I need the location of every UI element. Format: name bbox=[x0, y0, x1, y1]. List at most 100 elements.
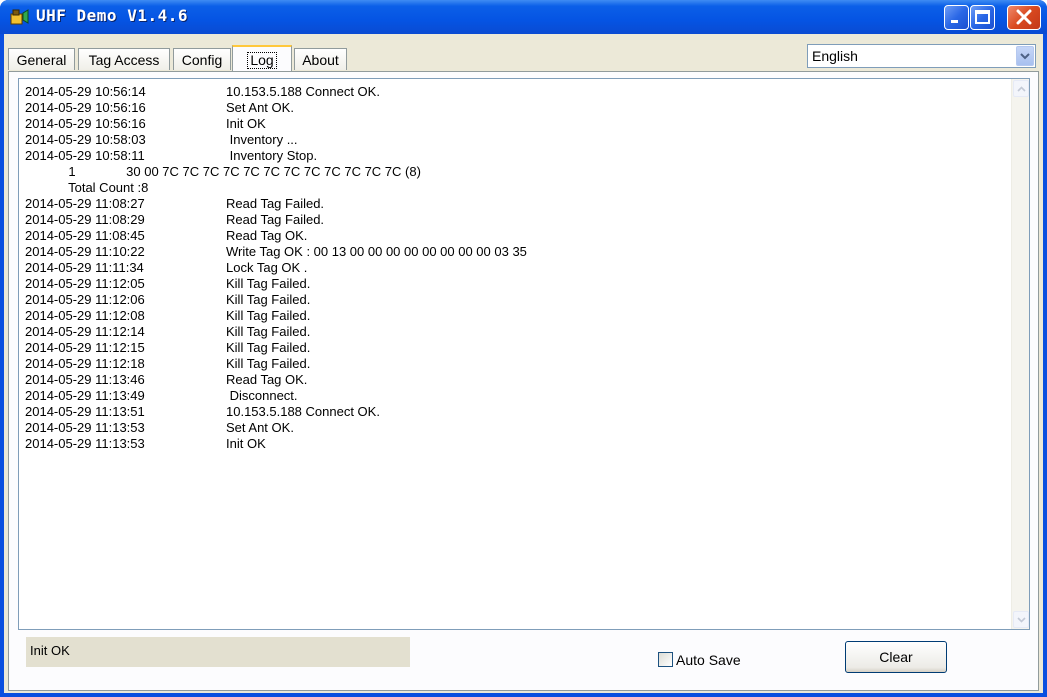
log-timestamp: 2014-05-29 11:12:05 bbox=[25, 276, 145, 291]
log-line: 2014-05-29 11:08:29 Read Tag Failed. bbox=[25, 212, 1005, 228]
checkbox-icon[interactable] bbox=[658, 652, 673, 667]
log-message: Disconnect. bbox=[226, 388, 298, 403]
maximize-button[interactable] bbox=[970, 5, 995, 30]
log-timestamp: 2014-05-29 11:12:06 bbox=[25, 292, 145, 307]
scroll-up-button[interactable] bbox=[1013, 80, 1029, 97]
chevron-down-icon bbox=[1016, 616, 1026, 623]
log-message: Kill Tag Failed. bbox=[226, 324, 311, 339]
log-line: 1 30 00 7C 7C 7C 7C 7C 7C 7C 7C 7C 7C 7C… bbox=[25, 164, 1005, 180]
log-message: Write Tag OK : 00 13 00 00 00 00 00 00 0… bbox=[226, 244, 527, 259]
chevron-down-icon bbox=[1020, 53, 1030, 60]
log-line: 2014-05-29 11:12:18 Kill Tag Failed. bbox=[25, 356, 1005, 372]
tab-label: General bbox=[16, 52, 67, 68]
log-timestamp: 2014-05-29 11:12:14 bbox=[25, 324, 145, 339]
language-value: English bbox=[812, 48, 858, 64]
minimize-button[interactable] bbox=[944, 5, 969, 30]
log-message: Set Ant OK. bbox=[226, 420, 294, 435]
log-message: Kill Tag Failed. bbox=[226, 356, 311, 371]
log-timestamp: 2014-05-29 11:12:15 bbox=[25, 340, 145, 355]
log-message: Init OK bbox=[226, 116, 266, 131]
status-text: Init OK bbox=[30, 643, 70, 658]
log-raw-text: Total Count :8 bbox=[25, 180, 149, 195]
log-message: Kill Tag Failed. bbox=[226, 308, 311, 323]
minimize-icon bbox=[951, 20, 958, 23]
clear-button[interactable]: Clear bbox=[845, 641, 947, 673]
log-line: 2014-05-29 11:13:53 Set Ant OK. bbox=[25, 420, 1005, 436]
log-message: 10.153.5.188 Connect OK. bbox=[226, 404, 380, 419]
log-timestamp: 2014-05-29 11:08:45 bbox=[25, 228, 145, 243]
rfid-reader-icon bbox=[10, 9, 29, 25]
log-timestamp: 2014-05-29 11:10:22 bbox=[25, 244, 145, 259]
status-box: Init OK bbox=[26, 637, 410, 667]
log-timestamp: 2014-05-29 11:08:29 bbox=[25, 212, 145, 227]
log-message: Read Tag OK. bbox=[226, 372, 308, 387]
log-line: 2014-05-29 11:13:49 Disconnect. bbox=[25, 388, 1005, 404]
log-timestamp: 2014-05-29 10:56:16 bbox=[25, 116, 146, 131]
log-line: 2014-05-29 11:12:14 Kill Tag Failed. bbox=[25, 324, 1005, 340]
log-line: 2014-05-29 11:08:27 Read Tag Failed. bbox=[25, 196, 1005, 212]
log-timestamp: 2014-05-29 11:12:18 bbox=[25, 356, 145, 371]
log-line: 2014-05-29 11:13:46 Read Tag OK. bbox=[25, 372, 1005, 388]
clear-button-label: Clear bbox=[879, 649, 913, 665]
language-dropdown-button[interactable] bbox=[1016, 46, 1034, 66]
tab-tag-access[interactable]: Tag Access bbox=[78, 48, 170, 70]
log-timestamp: 2014-05-29 11:13:49 bbox=[25, 388, 145, 403]
log-timestamp: 2014-05-29 11:12:08 bbox=[25, 308, 145, 323]
log-scrollbar[interactable] bbox=[1011, 79, 1029, 629]
log-line: 2014-05-29 11:12:05 Kill Tag Failed. bbox=[25, 276, 1005, 292]
tab-about[interactable]: About bbox=[294, 48, 347, 70]
maximize-icon bbox=[975, 10, 990, 24]
log-line: 2014-05-29 11:12:08 Kill Tag Failed. bbox=[25, 308, 1005, 324]
log-message: Set Ant OK. bbox=[226, 100, 294, 115]
log-message: Kill Tag Failed. bbox=[226, 276, 311, 291]
auto-save-label: Auto Save bbox=[676, 652, 741, 668]
log-timestamp: 2014-05-29 11:11:34 bbox=[25, 260, 144, 275]
log-timestamp: 2014-05-29 10:56:14 bbox=[25, 84, 146, 99]
log-timestamp: 2014-05-29 11:13:53 bbox=[25, 420, 145, 435]
tab-label: About bbox=[302, 52, 339, 68]
app-window: UHF Demo V1.4.6 General Tag Access Confi… bbox=[0, 0, 1047, 697]
log-line: 2014-05-29 10:56:16 Init OK bbox=[25, 116, 1005, 132]
log-message: Init OK bbox=[226, 436, 266, 451]
log-line: Total Count :8 bbox=[25, 180, 1005, 196]
log-lines: 2014-05-29 10:56:14 10.153.5.188 Connect … bbox=[25, 84, 1005, 452]
window-title: UHF Demo V1.4.6 bbox=[36, 6, 188, 25]
log-timestamp: 2014-05-29 11:13:53 bbox=[25, 436, 145, 451]
log-timestamp: 2014-05-29 11:13:46 bbox=[25, 372, 145, 387]
log-list[interactable]: 2014-05-29 10:56:14 10.153.5.188 Connect … bbox=[18, 78, 1030, 630]
language-select[interactable]: English bbox=[807, 44, 1036, 68]
log-line: 2014-05-29 10:58:03 Inventory ... bbox=[25, 132, 1005, 148]
log-line: 2014-05-29 10:58:11 Inventory Stop. bbox=[25, 148, 1005, 164]
scroll-down-button[interactable] bbox=[1013, 611, 1029, 628]
log-timestamp: 2014-05-29 11:13:51 bbox=[25, 404, 145, 419]
log-line: 2014-05-29 11:11:34 Lock Tag OK . bbox=[25, 260, 1005, 276]
log-raw-text: 1 30 00 7C 7C 7C 7C 7C 7C 7C 7C 7C 7C 7C… bbox=[25, 164, 421, 179]
close-icon bbox=[1016, 9, 1032, 25]
log-message: Read Tag Failed. bbox=[226, 196, 325, 211]
log-line: 2014-05-29 11:12:06 Kill Tag Failed. bbox=[25, 292, 1005, 308]
log-message: Inventory Stop. bbox=[226, 148, 318, 163]
log-line: 2014-05-29 11:10:22 Write Tag OK : 00 13 … bbox=[25, 244, 1005, 260]
log-line: 2014-05-29 11:13:53 Init OK bbox=[25, 436, 1005, 452]
log-message: Kill Tag Failed. bbox=[226, 340, 311, 355]
tab-log[interactable]: Log bbox=[232, 45, 292, 71]
log-line: 2014-05-29 10:56:16 Set Ant OK. bbox=[25, 100, 1005, 116]
log-timestamp: 2014-05-29 10:58:11 bbox=[25, 148, 145, 163]
log-line: 2014-05-29 11:12:15 Kill Tag Failed. bbox=[25, 340, 1005, 356]
title-bar[interactable]: UHF Demo V1.4.6 bbox=[0, 0, 1047, 34]
log-message: Lock Tag OK . bbox=[226, 260, 308, 275]
tab-general[interactable]: General bbox=[8, 48, 75, 70]
log-line: 2014-05-29 10:56:14 10.153.5.188 Connect … bbox=[25, 84, 1005, 100]
client-area: General Tag Access Config Log About Engl… bbox=[4, 34, 1043, 693]
tab-config[interactable]: Config bbox=[173, 48, 231, 70]
tab-label: Log bbox=[247, 52, 277, 69]
log-tab-panel: 2014-05-29 10:56:14 10.153.5.188 Connect … bbox=[8, 71, 1039, 691]
log-message: Read Tag Failed. bbox=[226, 212, 325, 227]
log-message: Inventory ... bbox=[226, 132, 298, 147]
log-message: Read Tag OK. bbox=[226, 228, 308, 243]
chevron-up-icon bbox=[1016, 85, 1026, 92]
log-line: 2014-05-29 11:08:45 Read Tag OK. bbox=[25, 228, 1005, 244]
close-button[interactable] bbox=[1007, 5, 1041, 30]
tab-label: Tag Access bbox=[88, 52, 160, 68]
log-message: 10.153.5.188 Connect OK. bbox=[226, 84, 380, 99]
